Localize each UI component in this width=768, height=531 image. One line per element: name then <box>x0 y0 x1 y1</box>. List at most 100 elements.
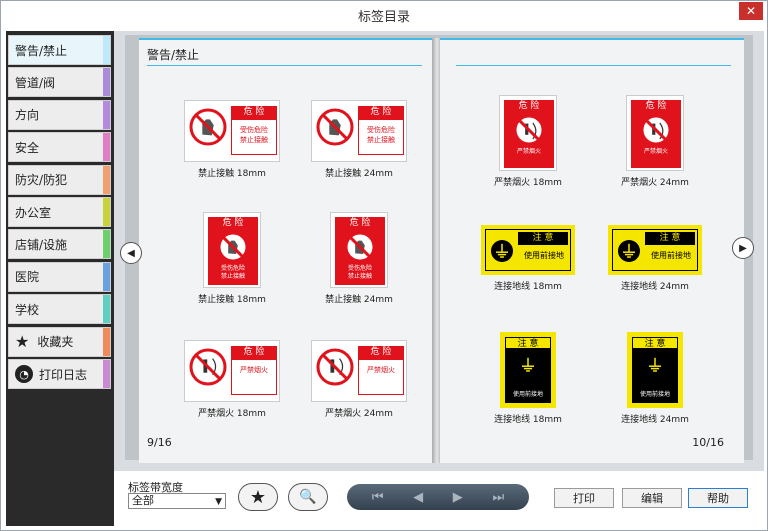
sidebar-item-1[interactable]: 管道/阀 <box>8 67 111 98</box>
label-template-card[interactable]: 危 险 受伤危险 禁止接触禁止接触 24mm <box>309 212 409 305</box>
right-page-number: 10/16 <box>692 436 724 449</box>
help-button[interactable]: 帮助 <box>688 488 748 508</box>
label-text-line: 禁止接触 <box>367 136 395 144</box>
category-color-tab <box>103 133 110 162</box>
label-text-line: 严禁烟火 <box>367 366 395 374</box>
sidebar-item-label: 学校 <box>15 302 40 317</box>
sidebar-item-6[interactable]: 店铺/设施 <box>8 229 111 260</box>
label-header: 危 险 <box>231 106 277 119</box>
label-template-card[interactable]: 注 意 使用前接地 连接地线 18mm <box>478 332 578 425</box>
label-text-line: 严禁烟火 <box>516 148 541 155</box>
label-caption: 禁止接触 24mm <box>325 169 393 179</box>
category-color-tab <box>103 295 110 324</box>
tape-width-select[interactable]: 全部 ▼ <box>128 493 226 509</box>
label-header: 危 险 <box>231 346 277 359</box>
label-caption: 连接地线 18mm <box>494 415 562 425</box>
sidebar-item-label: 店铺/设施 <box>15 237 68 252</box>
section-divider <box>147 65 422 66</box>
label-text-line: 使用前接地 <box>512 391 543 398</box>
sidebar-item-label: 打印日志 <box>39 367 88 382</box>
label-template-card[interactable]: 注 意 使用前接地 连接地线 18mm <box>478 225 578 292</box>
category-color-tab <box>103 327 110 356</box>
category-color-tab <box>103 262 110 291</box>
close-button[interactable]: ✕ <box>739 2 763 20</box>
label-header: 危 险 <box>358 346 404 359</box>
zoom-button[interactable]: 🔍 <box>288 483 328 511</box>
print-button[interactable]: 打印 <box>554 488 614 508</box>
sidebar-item-label: 防灾/防犯 <box>15 173 68 188</box>
sidebar-item-10[interactable]: ◔ 打印日志 <box>8 359 111 389</box>
toolbar-footer: 标签带宽度 全部 ▼ ★ 🔍 ⏮ ◀ ▶ ⏭ 打印 编辑 帮助 <box>114 471 764 527</box>
label-text-line: 禁止接触 <box>347 273 372 280</box>
label-text-line: 受伤危险 <box>240 126 268 134</box>
sidebar-item-label: 办公室 <box>15 205 52 220</box>
label-template-card[interactable]: 危 险 严禁烟火 严禁烟火 18mm <box>478 95 578 188</box>
label-template-card[interactable]: 危 险 受伤危险 禁止接触 禁止接触 18mm <box>182 212 282 305</box>
label-caption: 连接地线 18mm <box>494 282 562 292</box>
category-color-tab <box>103 360 110 388</box>
label-header: 危 险 <box>504 100 554 112</box>
label-template-card[interactable]: 危 险 受伤危险 禁止接触 禁止接触 24mm <box>309 100 409 179</box>
label-caption: 禁止接触 18mm <box>198 295 266 305</box>
label-caption: 严禁烟火 24mm <box>325 409 393 419</box>
label-text-line: 严禁烟火 <box>643 148 668 155</box>
label-caption: 连接地线 24mm <box>621 282 689 292</box>
label-text-line: 受伤危险 <box>220 265 245 272</box>
category-color-tab <box>103 100 110 129</box>
sidebar-item-4[interactable]: 防灾/防犯 <box>8 164 111 195</box>
category-sidebar: 警告/禁止管道/阀方向安全防灾/防犯办公室店铺/设施医院学校 ★ 收藏夹 ◔ 打印日志 <box>6 31 114 526</box>
title-bar: 标签目录 ✕ <box>1 1 767 27</box>
label-text-line: 受伤危险 <box>347 265 372 272</box>
category-color-tab <box>103 165 110 194</box>
label-text-line: 使用前接地 <box>639 391 670 398</box>
label-header: 危 险 <box>335 217 385 229</box>
clock-icon: ◔ <box>15 365 33 383</box>
label-template-card[interactable]: 注 意 使用前接地 连接地线 24mm <box>605 225 705 292</box>
previous-page-arrow[interactable]: ◀ <box>120 242 142 264</box>
next-page-button[interactable]: ▶ <box>453 490 463 505</box>
category-color-tab <box>103 68 110 97</box>
sidebar-item-0[interactable]: 警告/禁止 <box>8 35 111 65</box>
label-text-line: 禁止接触 <box>240 136 268 144</box>
right-page: 危 险 严禁烟火 严禁烟火 18mm 危 险 严禁烟火 严禁烟火 24mm 注 … <box>440 38 744 463</box>
window-title: 标签目录 <box>357 10 410 25</box>
sidebar-item-3[interactable]: 安全 <box>8 132 111 163</box>
label-text-line: 使用前接地 <box>651 251 691 260</box>
label-caption: 严禁烟火 18mm <box>494 178 562 188</box>
pager-controls: ⏮ ◀ ▶ ⏭ <box>347 484 529 510</box>
label-header: 注 意 <box>518 232 568 245</box>
left-page-number: 9/16 <box>147 436 172 449</box>
first-page-button[interactable]: ⏮ <box>372 490 384 505</box>
next-page-arrow[interactable]: ▶ <box>732 237 754 259</box>
prev-page-button[interactable]: ◀ <box>413 490 423 505</box>
sidebar-item-label: 管道/阀 <box>15 75 56 90</box>
label-template-card[interactable]: 危 险 严禁烟火 严禁烟火 24mm <box>605 95 705 188</box>
label-header: 危 险 <box>631 100 681 112</box>
category-color-tab <box>103 198 110 226</box>
sidebar-item-9[interactable]: ★ 收藏夹 <box>8 326 111 357</box>
sidebar-item-label: 安全 <box>15 140 40 155</box>
label-catalog-window: 标签目录 ✕ 警告/禁止管道/阀方向安全防灾/防犯办公室店铺/设施医院学校 ★ 收藏… <box>0 0 768 531</box>
edit-button[interactable]: 编辑 <box>622 488 682 508</box>
favorite-button[interactable]: ★ <box>238 483 278 511</box>
catalog-book-area: 警告/禁止 危 险 受伤危险 禁止接触 禁止接触 18mm 危 险 受伤危险 禁止… <box>114 31 764 471</box>
label-template-card[interactable]: 注 意 使用前接地 连接地线 24mm <box>605 332 705 425</box>
label-caption: 严禁烟火 18mm <box>198 409 266 419</box>
category-color-tab <box>103 36 110 64</box>
label-template-card[interactable]: 危 险 严禁烟火 严禁烟火 18mm <box>182 340 282 419</box>
label-header: 危 险 <box>358 106 404 119</box>
zoom-icon: 🔍 <box>299 489 317 505</box>
label-caption: 严禁烟火 24mm <box>621 178 689 188</box>
label-template-card[interactable]: 危 险 受伤危险 禁止接触禁止接触 18mm <box>182 100 282 179</box>
tape-width-value: 全部 <box>132 494 154 507</box>
label-caption: 禁止接触 18mm <box>198 169 266 179</box>
sidebar-item-7[interactable]: 医院 <box>8 261 111 292</box>
sidebar-item-5[interactable]: 办公室 <box>8 197 111 227</box>
label-caption: 禁止接触 24mm <box>325 295 393 305</box>
last-page-button[interactable]: ⏭ <box>492 490 504 505</box>
sidebar-item-2[interactable]: 方向 <box>8 99 111 130</box>
chevron-down-icon: ▼ <box>215 497 222 507</box>
label-template-card[interactable]: 危 险 严禁烟火 严禁烟火 24mm <box>309 340 409 419</box>
sidebar-item-8[interactable]: 学校 <box>8 294 111 325</box>
left-page: 警告/禁止 危 险 受伤危险 禁止接触 禁止接触 18mm 危 险 受伤危险 禁止… <box>139 38 435 463</box>
